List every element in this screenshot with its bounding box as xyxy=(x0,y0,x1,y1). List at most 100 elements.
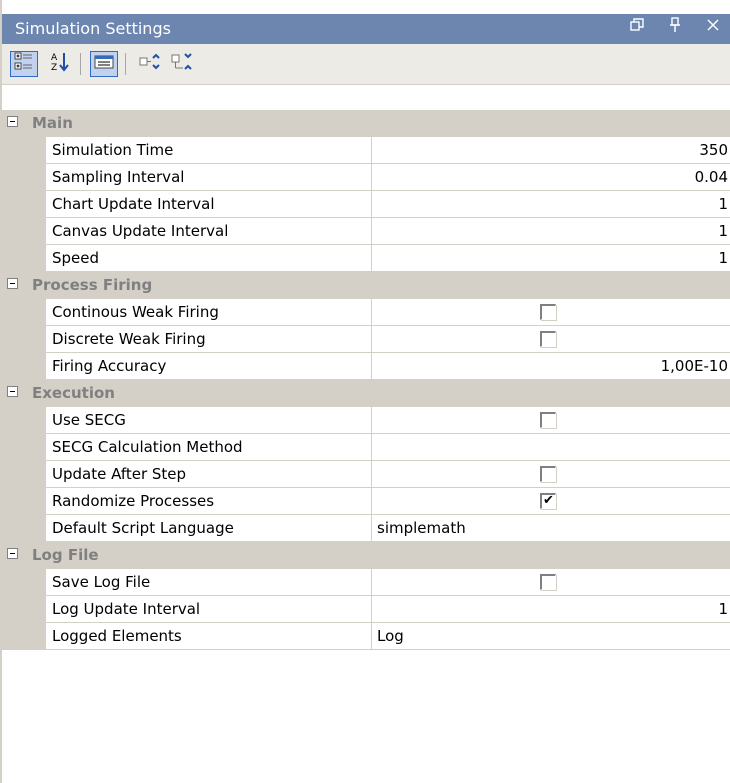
property-row[interactable]: Default Script Language simplemath xyxy=(2,515,730,542)
close-icon[interactable] xyxy=(704,17,722,38)
property-value[interactable]: 1 xyxy=(373,596,730,623)
category-label: Main xyxy=(32,114,73,132)
property-row[interactable]: Log Update Interval 1 xyxy=(2,596,730,623)
row-gutter xyxy=(2,218,46,245)
property-checkbox[interactable] xyxy=(540,574,556,590)
row-gutter xyxy=(2,461,46,488)
property-toolbar: AZ xyxy=(2,44,730,85)
property-name: Sampling Interval xyxy=(46,164,372,191)
property-name: Use SECG xyxy=(46,407,372,434)
collapse-all-button[interactable] xyxy=(168,51,196,77)
property-row[interactable]: Logged Elements Log xyxy=(2,623,730,650)
property-value[interactable]: ✔ xyxy=(373,488,730,515)
property-value[interactable]: Log xyxy=(373,623,730,650)
property-name: Randomize Processes xyxy=(46,488,372,515)
title-buttons xyxy=(628,17,722,38)
category-log-file[interactable]: Log File xyxy=(2,542,730,569)
property-checkbox[interactable] xyxy=(540,304,556,320)
row-gutter xyxy=(2,623,46,650)
property-pages-button[interactable] xyxy=(90,51,118,77)
category-process-firing[interactable]: Process Firing xyxy=(2,272,730,299)
property-name: Simulation Time xyxy=(46,137,372,164)
property-value[interactable] xyxy=(373,407,730,434)
collapse-all-icon xyxy=(171,52,193,76)
alphabetical-icon: AZ xyxy=(50,51,70,77)
row-gutter xyxy=(2,569,46,596)
row-gutter xyxy=(2,191,46,218)
property-name: Discrete Weak Firing xyxy=(46,326,372,353)
property-name: Canvas Update Interval xyxy=(46,218,372,245)
property-row[interactable]: Firing Accuracy 1,00E-10 xyxy=(2,353,730,380)
collapse-toggle-icon[interactable] xyxy=(7,278,18,289)
property-checkbox[interactable] xyxy=(540,466,556,482)
property-value[interactable]: 1 xyxy=(373,245,730,272)
property-row[interactable]: Save Log File xyxy=(2,569,730,596)
property-value[interactable]: 1 xyxy=(373,218,730,245)
property-row[interactable]: Simulation Time 350 xyxy=(2,137,730,164)
property-row[interactable]: SECG Calculation Method xyxy=(2,434,730,461)
row-gutter xyxy=(2,326,46,353)
property-row[interactable]: Sampling Interval 0.04 xyxy=(2,164,730,191)
expand-all-button[interactable] xyxy=(136,51,164,77)
property-value[interactable]: 1 xyxy=(373,191,730,218)
property-row[interactable]: Chart Update Interval 1 xyxy=(2,191,730,218)
title-bar: Simulation Settings xyxy=(2,14,730,44)
property-row[interactable]: Update After Step xyxy=(2,461,730,488)
property-value[interactable]: simplemath xyxy=(373,515,730,542)
row-gutter xyxy=(2,515,46,542)
property-grid: Main Simulation Time 350 Sampling Interval 0… xyxy=(2,110,730,650)
window-title: Simulation Settings xyxy=(15,19,171,38)
category-main[interactable]: Main xyxy=(2,110,730,137)
row-gutter xyxy=(2,137,46,164)
pin-icon[interactable] xyxy=(666,17,684,38)
property-value[interactable] xyxy=(373,434,730,461)
checkmark-icon: ✔ xyxy=(543,493,554,508)
svg-text:Z: Z xyxy=(51,63,57,73)
category-execution[interactable]: Execution xyxy=(2,380,730,407)
category-label: Log File xyxy=(32,546,99,564)
property-name: Chart Update Interval xyxy=(46,191,372,218)
property-name: Continous Weak Firing xyxy=(46,299,372,326)
property-row[interactable]: Randomize Processes ✔ xyxy=(2,488,730,515)
row-gutter xyxy=(2,299,46,326)
property-row[interactable]: Discrete Weak Firing xyxy=(2,326,730,353)
row-gutter xyxy=(2,164,46,191)
toolbar-separator-2 xyxy=(125,53,126,75)
property-name: Update After Step xyxy=(46,461,372,488)
category-label: Execution xyxy=(32,384,115,402)
property-name: Speed xyxy=(46,245,372,272)
alphabetical-button[interactable]: AZ xyxy=(46,51,74,77)
property-checkbox[interactable] xyxy=(540,412,556,428)
property-value[interactable] xyxy=(373,299,730,326)
property-name: Logged Elements xyxy=(46,623,372,650)
property-value[interactable]: 0.04 xyxy=(373,164,730,191)
restore-icon[interactable] xyxy=(628,17,646,38)
expand-all-icon xyxy=(139,52,161,76)
property-name: Firing Accuracy xyxy=(46,353,372,380)
row-gutter xyxy=(2,434,46,461)
property-name: Default Script Language xyxy=(46,515,372,542)
property-row[interactable]: Continous Weak Firing xyxy=(2,299,730,326)
property-checkbox[interactable] xyxy=(540,331,556,347)
property-value[interactable]: 350 xyxy=(373,137,730,164)
toolbar-separator xyxy=(80,53,81,75)
property-value[interactable]: 1,00E-10 xyxy=(373,353,730,380)
row-gutter xyxy=(2,488,46,515)
property-row[interactable]: Canvas Update Interval 1 xyxy=(2,218,730,245)
categorized-button[interactable] xyxy=(10,51,38,77)
property-value[interactable] xyxy=(373,569,730,596)
property-row[interactable]: Speed 1 xyxy=(2,245,730,272)
property-name: SECG Calculation Method xyxy=(46,434,372,461)
row-gutter xyxy=(2,353,46,380)
simulation-settings-window: Simulation Settings AZ Main Simulation T… xyxy=(0,0,730,783)
property-checkbox[interactable]: ✔ xyxy=(540,493,556,509)
row-gutter xyxy=(2,596,46,623)
property-value[interactable] xyxy=(373,461,730,488)
property-row[interactable]: Use SECG xyxy=(2,407,730,434)
collapse-toggle-icon[interactable] xyxy=(7,116,18,127)
collapse-toggle-icon[interactable] xyxy=(7,386,18,397)
property-value[interactable] xyxy=(373,326,730,353)
collapse-toggle-icon[interactable] xyxy=(7,548,18,559)
property-name: Save Log File xyxy=(46,569,372,596)
svg-text:A: A xyxy=(51,53,58,63)
